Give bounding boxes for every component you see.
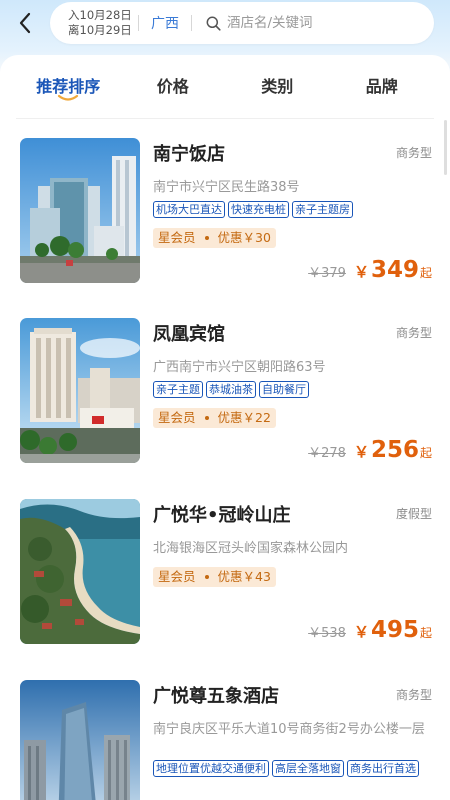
feature-tag: 商务出行首选 [347,760,419,777]
tab-category[interactable]: 类别 [225,67,330,118]
tab-brand[interactable]: 品牌 [330,67,435,118]
hotel-photo [20,138,140,283]
scrollbar[interactable] [444,120,447,175]
checkin-date: 入10月28日 [68,8,132,22]
hotel-photo [20,680,140,800]
price-suffix: 起 [419,266,432,280]
tab-price[interactable]: 价格 [121,67,226,118]
top-bar: 入10月28日 离10月29日 广西 [0,0,450,50]
member-label: 星会员 [158,569,196,584]
currency-symbol: ￥ [353,623,369,641]
price-row: ￥278 ￥ 256 起 [308,437,432,463]
member-label: 星会员 [158,230,196,245]
checkout-date: 离10月29日 [68,23,132,37]
member-discount-badge: 星会员 优惠￥43 [153,567,276,587]
discount-text: 优惠￥30 [217,230,271,245]
current-price: 495 [370,617,419,643]
dot-separator [204,416,209,420]
chevron-left-icon [19,12,31,34]
currency-symbol: ￥ [353,443,369,461]
search-input[interactable] [227,15,387,31]
hotel-address: 南宁市兴宁区民生路38号 [153,180,300,195]
feature-tag: 亲子主题房 [292,201,353,218]
currency-symbol: ￥ [353,263,369,281]
discount-text: 优惠￥43 [217,569,271,584]
hotel-address: 广西南宁市兴宁区朝阳路63号 [153,360,326,375]
date-selector[interactable]: 入10月28日 离10月29日 [50,8,138,38]
tab-label: 品牌 [365,77,398,96]
feature-tag: 亲子主题 [153,381,203,398]
original-price: ￥379 [308,266,346,281]
discount-text: 优惠￥22 [217,410,271,425]
hotel-name: 广悦尊五象酒店 [153,686,279,707]
member-discount-badge: 星会员 优惠￥30 [153,228,276,248]
smile-underline-icon [58,94,79,101]
search-icon [204,14,222,32]
price-row: ￥379 ￥ 349 起 [308,257,432,283]
feature-tag: 高层全落地窗 [272,760,344,777]
hotel-photo [20,318,140,463]
price-row: ￥538 ￥ 495 起 [308,617,432,643]
feature-tag: 快速充电桩 [228,201,289,218]
tab-recommended[interactable]: 推荐排序 [16,67,121,118]
hotel-type: 商务型 [395,326,432,340]
price-suffix: 起 [419,626,432,640]
original-price: ￥538 [308,626,346,641]
hotel-type: 商务型 [395,688,432,702]
hotel-card[interactable]: 凤凰宾馆 商务型 广西南宁市兴宁区朝阳路63号 亲子主题 恭城油茶 自助餐厅 星… [20,318,432,478]
hotel-type: 度假型 [395,507,432,521]
hotel-address: 南宁良庆区平乐大道10号商务街2号办公楼一层 [153,722,425,737]
tab-label: 类别 [261,77,294,96]
original-price: ￥278 [308,446,346,461]
feature-tag: 地理位置优越交通便利 [153,760,269,777]
dot-separator [204,575,209,579]
member-discount-badge: 星会员 优惠￥22 [153,408,276,428]
hotel-name: 南宁饭店 [153,144,225,165]
divider [191,15,192,31]
hotel-name: 凤凰宾馆 [153,324,225,345]
price-suffix: 起 [419,446,432,460]
hotel-card[interactable]: 广悦华•冠岭山庄 度假型 北海银海区冠头岭国家森林公园内 星会员 优惠￥43 ￥… [20,499,432,659]
tag-list: 亲子主题 恭城油茶 自助餐厅 [153,381,433,398]
feature-tag: 自助餐厅 [259,381,309,398]
hotel-name: 广悦华•冠岭山庄 [153,505,291,526]
hotel-type: 商务型 [395,146,432,160]
tag-list: 机场大巴直达 快速充电桩 亲子主题房 [153,201,433,218]
hotel-card[interactable]: 南宁饭店 商务型 南宁市兴宁区民生路38号 机场大巴直达 快速充电桩 亲子主题房… [20,138,432,298]
sort-tabs: 推荐排序 价格 类别 品牌 [16,67,434,119]
back-button[interactable] [12,9,38,37]
current-price: 256 [370,437,419,463]
hotel-card[interactable]: 广悦尊五象酒店 商务型 南宁良庆区平乐大道10号商务街2号办公楼一层 地理位置优… [20,680,432,800]
hotel-address: 北海银海区冠头岭国家森林公园内 [153,541,349,556]
hotel-photo [20,499,140,644]
feature-tag: 机场大巴直达 [153,201,225,218]
member-label: 星会员 [158,410,196,425]
tab-label: 价格 [156,77,189,96]
current-price: 349 [370,257,419,283]
tag-list: 地理位置优越交通便利 高层全落地窗 商务出行首选 [153,760,433,777]
results-panel: 推荐排序 价格 类别 品牌 南宁饭店 商务型 南宁市兴宁区民生路38号 机场大巴… [0,55,450,800]
search-bar: 入10月28日 离10月29日 广西 [50,2,434,44]
dot-separator [204,236,209,240]
feature-tag: 恭城油茶 [206,381,256,398]
city-selector[interactable]: 广西 [139,13,191,33]
